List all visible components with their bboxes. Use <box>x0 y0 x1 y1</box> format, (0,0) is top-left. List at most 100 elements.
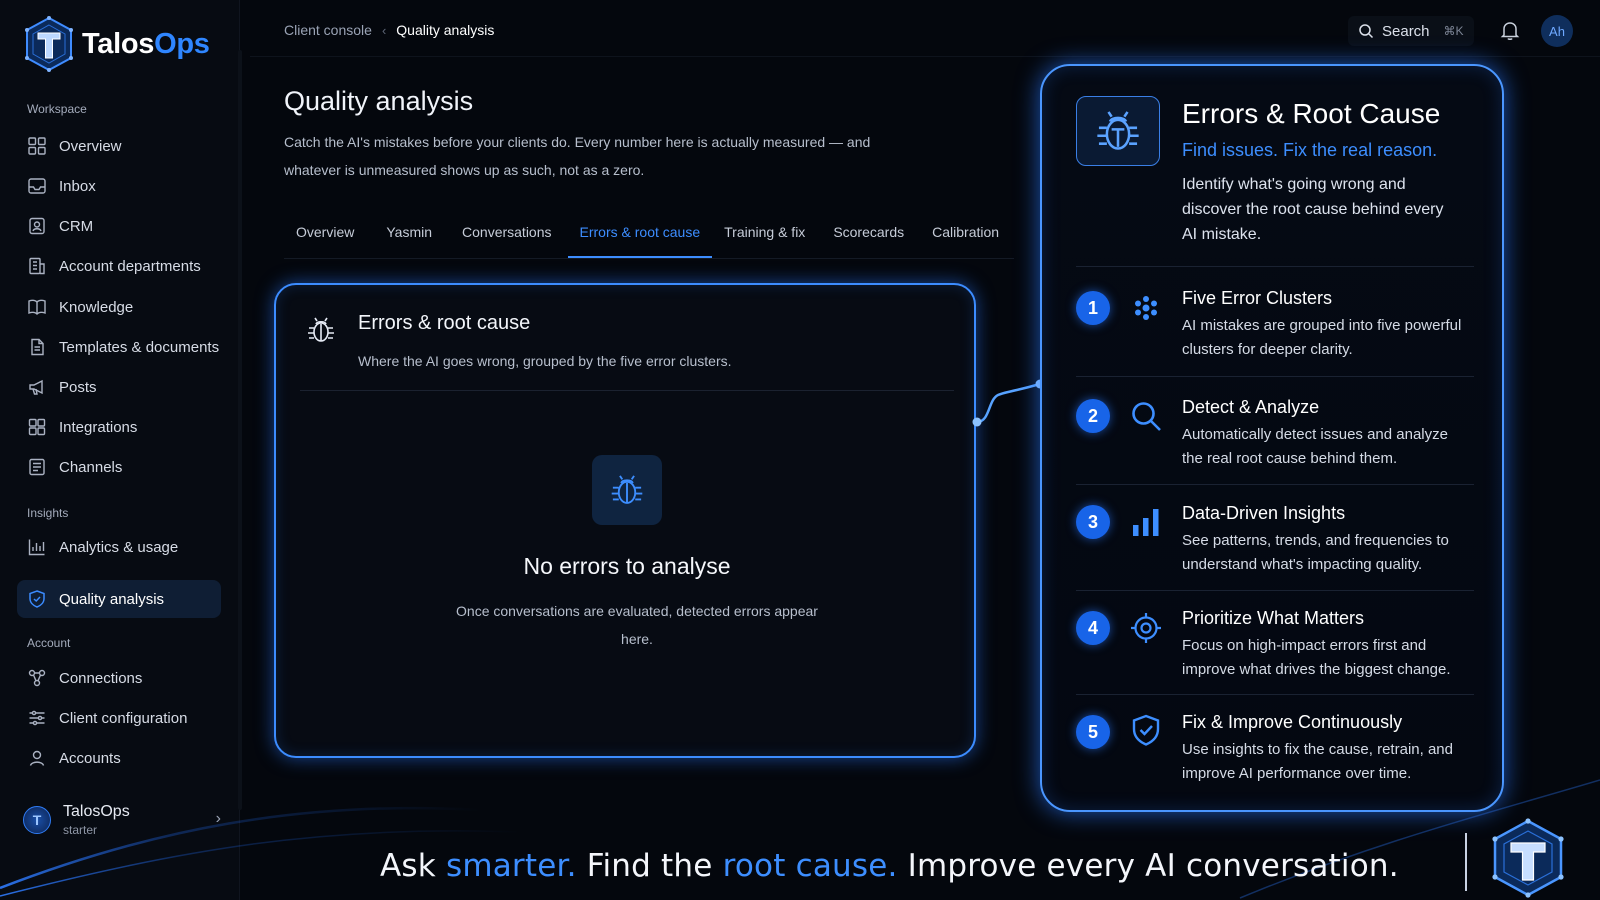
feature-number: 2 <box>1076 399 1110 433</box>
tab-errors-root-cause[interactable]: Errors & root cause <box>567 218 713 258</box>
cluster-dots-icon <box>1135 296 1157 320</box>
nav-section-insights: Insights <box>27 506 69 520</box>
sidebar-item-label: Connections <box>59 669 143 687</box>
promo-tagline: Find issues. Fix the real reason. <box>1182 140 1438 160</box>
feature-title: Five Error Clusters <box>1182 288 1333 308</box>
empty-state-title: No errors to analyse <box>523 553 731 579</box>
target-icon <box>1131 613 1161 643</box>
workspace-switcher[interactable]: T TalosOps starter › <box>17 798 227 842</box>
sidebar-item-templates-documents[interactable]: Templates & documents <box>17 328 221 366</box>
feature-number: 1 <box>1076 291 1110 325</box>
sidebar-item-inbox[interactable]: Inbox <box>17 167 221 205</box>
tab-training-fix[interactable]: Training & fix <box>712 218 817 258</box>
sidebar-item-overview[interactable]: Overview <box>17 127 221 165</box>
search-icon <box>1359 24 1374 39</box>
feature-description: See patterns, trends, and frequencies to… <box>1182 532 1449 573</box>
connections-icon <box>28 669 46 687</box>
book-icon <box>28 299 46 315</box>
feature-item: 1 Five Error Clusters AI mistakes are gr… <box>1076 266 1474 376</box>
connector-line <box>972 379 1045 427</box>
sidebar-item-label: Account departments <box>59 257 201 275</box>
feature-title: Fix & Improve Continuously <box>1182 712 1403 732</box>
bar-chart-icon <box>1133 509 1159 536</box>
feature-title: Prioritize What Matters <box>1182 608 1365 628</box>
magnifier-icon <box>1132 402 1161 431</box>
feature-item: 4 Prioritize What Matters Focus on high-… <box>1076 590 1474 694</box>
brand[interactable]: TalosOps <box>24 16 210 72</box>
sidebar-item-knowledge[interactable]: Knowledge <box>17 288 221 326</box>
sidebar-item-accounts[interactable]: Accounts <box>17 739 221 777</box>
nav-section-workspace: Workspace <box>27 102 87 116</box>
workspace-info: TalosOps starter <box>63 803 130 837</box>
search-shortcut: ⌘K <box>1443 24 1464 38</box>
user-avatar[interactable]: Ah <box>1541 15 1573 47</box>
feature-description: Use insights to fix the cause, retrain, … <box>1182 741 1453 782</box>
sidebar-item-crm[interactable]: CRM <box>17 207 221 245</box>
tab-overview[interactable]: Overview <box>284 218 366 258</box>
talosops-logo-icon <box>1492 818 1564 898</box>
workspace-plan: starter <box>63 823 98 837</box>
sidebar-item-posts[interactable]: Posts <box>17 368 221 406</box>
sidebar-item-label: Overview <box>59 137 122 155</box>
tab-conversations[interactable]: Conversations <box>450 218 564 258</box>
feature-description: Focus on high-impact errors first and im… <box>1182 637 1451 678</box>
sidebar-item-integrations[interactable]: Integrations <box>17 408 221 446</box>
sidebar-item-analytics-usage[interactable]: Analytics & usage <box>17 528 221 566</box>
errors-root-cause-card: Errors & root cause Where the AI goes wr… <box>274 283 976 758</box>
sidebar-item-quality-analysis[interactable]: Quality analysis <box>17 580 221 618</box>
sidebar-item-connections[interactable]: Connections <box>17 659 221 697</box>
sidebar-item-label: Knowledge <box>59 298 134 316</box>
bug-icon <box>308 317 334 342</box>
search-button[interactable]: Search ⌘K <box>1348 16 1474 46</box>
tab-yasmin[interactable]: Yasmin <box>374 218 444 258</box>
channels-icon <box>29 458 45 476</box>
crm-icon <box>29 217 45 235</box>
bug-icon <box>1097 111 1139 150</box>
sidebar-item-label: Posts <box>59 378 97 396</box>
sidebar-item-label: Inbox <box>59 177 96 195</box>
sidebar-item-label: Quality analysis <box>59 590 165 608</box>
card-subtitle: Where the AI goes wrong, grouped by the … <box>358 353 732 369</box>
tab-calibration[interactable]: Calibration <box>920 218 1011 258</box>
sidebar-item-client-configuration[interactable]: Client configuration <box>17 699 221 737</box>
banner-tagline: Ask smarter. Find the root cause. Improv… <box>380 848 1399 884</box>
shield-icon <box>29 590 45 608</box>
sidebar-item-label: Templates & documents <box>59 338 220 356</box>
feature-description: AI mistakes are grouped into five powerf… <box>1182 317 1462 358</box>
sidebar: TalosOps Workspace Overview Inbox CRM Ac… <box>0 0 240 900</box>
sidebar-item-account-departments[interactable]: Account departments <box>17 247 221 285</box>
tabs-divider <box>284 258 1014 259</box>
nav-section-account: Account <box>27 636 71 650</box>
feature-item: 3 Data-Driven Insights See patterns, tre… <box>1076 484 1474 590</box>
sidebar-item-label: CRM <box>59 217 94 235</box>
bell-icon[interactable] <box>1498 18 1522 42</box>
breadcrumb-parent-link[interactable]: Client console <box>284 22 372 38</box>
building-icon <box>29 257 45 275</box>
feature-number: 3 <box>1076 505 1110 539</box>
card-divider <box>300 390 954 391</box>
sidebar-item-channels[interactable]: Channels <box>17 448 221 486</box>
sidebar-item-label: Integrations <box>59 418 138 436</box>
sliders-icon <box>29 710 45 726</box>
sidebar-item-label: Client configuration <box>59 709 188 727</box>
grid-icon <box>28 137 46 155</box>
feature-title: Detect & Analyze <box>1182 397 1320 417</box>
workspace-avatar: T <box>23 806 51 834</box>
feature-item: 2 Detect & Analyze Automatically detect … <box>1076 376 1474 484</box>
banner-divider <box>1465 833 1467 891</box>
topbar-divider <box>250 56 1600 57</box>
user-icon <box>29 750 45 766</box>
breadcrumb: Client console ‹ Quality analysis <box>284 22 494 38</box>
sidebar-item-label: Accounts <box>59 749 121 767</box>
tab-scorecards[interactable]: Scorecards <box>821 218 916 258</box>
feature-number: 5 <box>1076 715 1110 749</box>
bug-icon <box>611 475 643 504</box>
puzzle-icon <box>28 418 46 436</box>
talosops-logo-icon <box>25 16 73 72</box>
empty-state-icon-box <box>592 455 662 525</box>
sidebar-item-label: Channels <box>59 458 123 476</box>
search-label: Search <box>1382 22 1430 40</box>
breadcrumb-current: Quality analysis <box>396 22 495 38</box>
promo-title: Errors & Root Cause <box>1182 98 1441 129</box>
sidebar-scrollbar[interactable] <box>238 50 242 810</box>
